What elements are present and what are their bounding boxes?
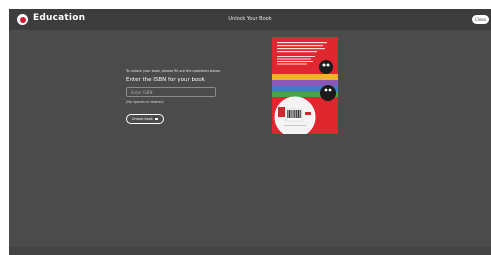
app-window: Education Unlock Your Book Close To unlo… [9, 9, 491, 255]
isbn-prompt: Enter the ISBN for your book [126, 77, 205, 83]
page-title: Unlock Your Book [228, 16, 272, 22]
book-back-cover-illustration [272, 37, 338, 134]
isbn-hint: (No spaces or dashes) [126, 100, 164, 104]
unlock-book-button[interactable]: Unlock book [126, 114, 164, 124]
unlock-form: To unlock your book, please fill out the… [126, 69, 246, 124]
isbn-input[interactable] [126, 87, 216, 97]
lock-icon [154, 117, 158, 121]
close-button[interactable]: Close [472, 15, 489, 24]
top-bar: Education Unlock Your Book Close [9, 9, 491, 30]
intro-text: To unlock your book, please fill out the… [126, 69, 221, 73]
bottom-edge [9, 247, 491, 255]
unlock-button-label: Unlock book [132, 117, 153, 121]
